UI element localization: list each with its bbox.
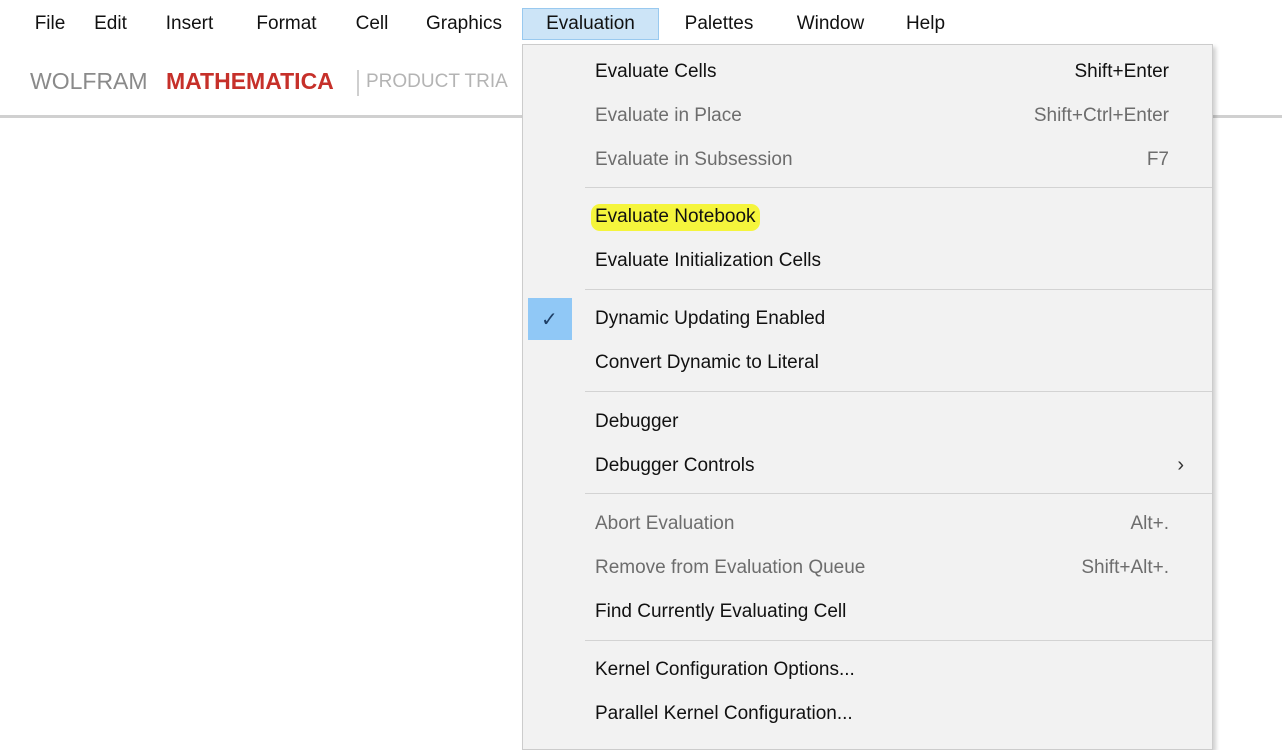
menu-item-label: Evaluate in Subsession bbox=[595, 149, 793, 170]
menu-window[interactable]: Window bbox=[784, 8, 877, 40]
menu-separator bbox=[585, 187, 1212, 188]
menu-item-shortcut: F7 bbox=[1146, 149, 1169, 170]
menu-item-shortcut: Shift+Ctrl+Enter bbox=[1033, 105, 1169, 126]
highlight-mark: Evaluate Notebook bbox=[591, 204, 760, 231]
evaluation-menu: Evaluate Cells Shift+Enter Evaluate in P… bbox=[522, 44, 1213, 750]
menu-item-label: Abort Evaluation bbox=[595, 513, 735, 534]
menu-item-evaluate-initialization-cells[interactable]: Evaluate Initialization Cells bbox=[523, 239, 1212, 283]
menu-item-kernel-configuration-options[interactable]: Kernel Configuration Options... bbox=[523, 648, 1212, 692]
menu-item-evaluate-in-place: Evaluate in Place Shift+Ctrl+Enter bbox=[523, 94, 1212, 138]
menu-palettes[interactable]: Palettes bbox=[673, 8, 765, 40]
menu-item-shortcut: Shift+Alt+. bbox=[1081, 557, 1169, 578]
menu-item-debugger-controls[interactable]: Debugger Controls › bbox=[523, 444, 1212, 488]
menu-item-label: Find Currently Evaluating Cell bbox=[595, 601, 847, 622]
menu-insert[interactable]: Insert bbox=[158, 8, 221, 40]
menu-item-evaluate-cells[interactable]: Evaluate Cells Shift+Enter bbox=[523, 50, 1212, 94]
menu-item-dynamic-updating-enabled[interactable]: ✓ Dynamic Updating Enabled bbox=[523, 297, 1212, 341]
menu-item-shortcut: Shift+Enter bbox=[1074, 61, 1169, 82]
menu-file[interactable]: File bbox=[30, 8, 70, 40]
menu-item-abort-evaluation: Abort Evaluation Alt+. bbox=[523, 502, 1212, 546]
menu-separator bbox=[585, 493, 1212, 494]
menu-separator bbox=[585, 289, 1212, 290]
menu-item-remove-from-evaluation-queue: Remove from Evaluation Queue Shift+Alt+. bbox=[523, 546, 1212, 590]
brand-wolfram-text: WOLFRAM bbox=[30, 68, 148, 94]
menu-item-label: Evaluate in Place bbox=[595, 105, 742, 126]
menu-item-evaluate-notebook[interactable]: Evaluate Notebook bbox=[523, 195, 1212, 239]
menu-item-evaluate-in-subsession: Evaluate in Subsession F7 bbox=[523, 138, 1212, 182]
menu-item-parallel-kernel-configuration[interactable]: Parallel Kernel Configuration... bbox=[523, 692, 1212, 736]
menu-item-label: Parallel Kernel Configuration... bbox=[595, 703, 853, 724]
menu-bar: File Edit Insert Format Cell Graphics Ev… bbox=[0, 0, 1282, 44]
menu-edit[interactable]: Edit bbox=[88, 8, 133, 40]
menu-item-label: Debugger Controls bbox=[595, 455, 755, 476]
menu-item-debugger[interactable]: Debugger bbox=[523, 400, 1212, 444]
menu-item-label: Remove from Evaluation Queue bbox=[595, 557, 866, 578]
menu-item-label: Evaluate Cells bbox=[595, 61, 717, 82]
checkmark-icon: ✓ bbox=[541, 309, 558, 331]
menu-item-label: Convert Dynamic to Literal bbox=[595, 352, 819, 373]
menu-item-label: Kernel Configuration Options... bbox=[595, 659, 855, 680]
menu-graphics[interactable]: Graphics bbox=[416, 8, 512, 40]
menu-separator bbox=[585, 391, 1212, 392]
menu-item-convert-dynamic-to-literal[interactable]: Convert Dynamic to Literal bbox=[523, 341, 1212, 385]
brand-mathematica-text: MATHEMATICA bbox=[166, 68, 334, 94]
checkmark-box: ✓ bbox=[528, 298, 572, 340]
menu-item-find-currently-evaluating-cell[interactable]: Find Currently Evaluating Cell bbox=[523, 590, 1212, 634]
menu-item-label: Debugger bbox=[595, 411, 679, 432]
menu-item-shortcut: Alt+. bbox=[1130, 513, 1169, 534]
menu-help[interactable]: Help bbox=[898, 8, 953, 40]
brand-divider bbox=[357, 70, 359, 96]
menu-item-label: Dynamic Updating Enabled bbox=[595, 308, 826, 329]
menu-evaluation[interactable]: Evaluation bbox=[522, 8, 659, 40]
menu-separator bbox=[585, 640, 1212, 641]
menu-cell[interactable]: Cell bbox=[348, 8, 396, 40]
menu-item-label: Evaluate Notebook bbox=[591, 204, 760, 231]
submenu-arrow-icon: › bbox=[1177, 454, 1184, 476]
brand-product-trial-text: PRODUCT TRIA bbox=[366, 71, 508, 92]
menu-item-label: Evaluate Initialization Cells bbox=[595, 250, 822, 271]
menu-format[interactable]: Format bbox=[245, 8, 328, 40]
